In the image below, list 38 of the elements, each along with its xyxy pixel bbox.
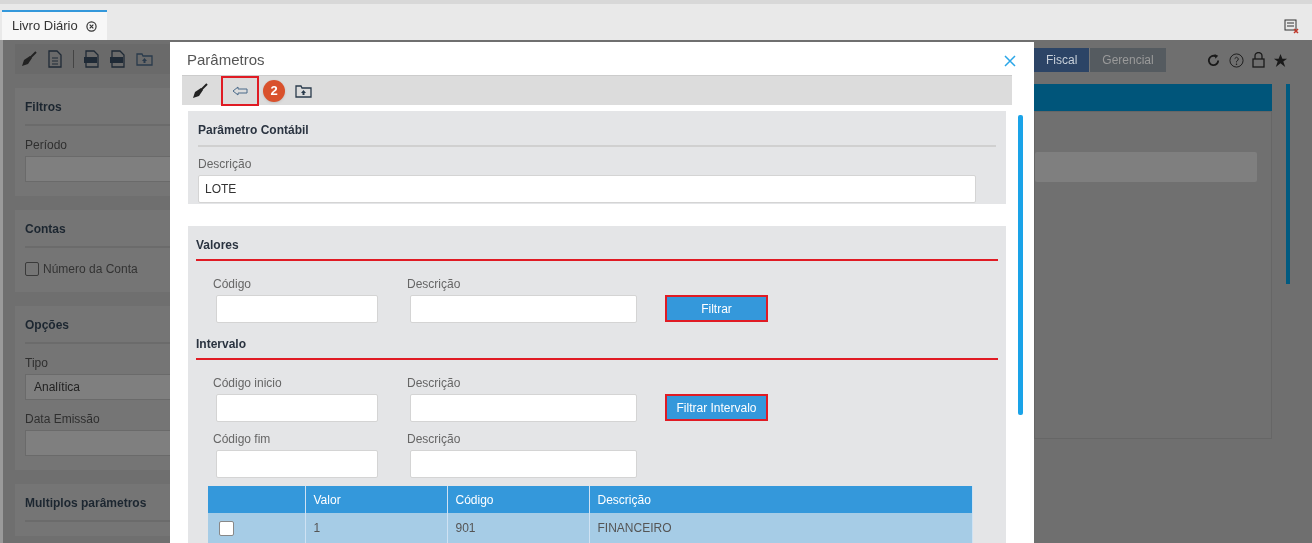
filter-button[interactable]: Filtrar Intervalo: [665, 394, 768, 421]
folder-upload-icon[interactable]: [295, 83, 312, 98]
step-badge: 2: [263, 79, 285, 102]
field-label: Código fim: [213, 431, 272, 448]
mode-tab[interactable]: Fiscal: [1034, 48, 1090, 72]
field-label: Descrição: [198, 156, 253, 173]
lock-icon[interactable]: [1252, 52, 1265, 68]
dialog-title: Parâmetros: [187, 50, 265, 71]
table-row[interactable]: 1 901 FINANCEIRO: [208, 513, 973, 543]
checkbox-label: Número da Conta: [43, 261, 138, 278]
input-field[interactable]: [1035, 152, 1257, 182]
section-title: Parâmetro Contábil: [198, 121, 996, 147]
scrollbar[interactable]: [1018, 115, 1023, 415]
field-label: Código: [213, 276, 253, 293]
app-tab[interactable]: Livro Diário: [2, 10, 107, 40]
close-icon[interactable]: [85, 20, 97, 32]
field-label: Descrição: [407, 431, 462, 448]
field-label: Descrição: [407, 276, 462, 293]
table-cell: FINANCEIRO: [589, 513, 973, 543]
checkbox[interactable]: [25, 262, 39, 276]
back-arrow-icon: [232, 85, 248, 96]
document-icon[interactable]: [47, 50, 63, 68]
field-label: Descrição: [407, 375, 462, 392]
field-label: Data Emissão: [25, 411, 101, 428]
table-cell: 1: [305, 513, 447, 543]
help-icon[interactable]: [1229, 52, 1244, 68]
refresh-icon[interactable]: [1206, 52, 1221, 68]
field-label: Tipo: [25, 355, 49, 372]
table-cell: 901: [447, 513, 589, 543]
star-icon[interactable]: [1273, 52, 1288, 68]
back-button[interactable]: [221, 75, 259, 106]
mode-tab[interactable]: Gerencial: [1089, 48, 1166, 72]
checkbox[interactable]: [219, 520, 234, 536]
input-field[interactable]: LOTE: [198, 175, 976, 203]
window-list-icon[interactable]: [1284, 18, 1300, 34]
field-label: Período: [25, 137, 69, 154]
scrollbar[interactable]: [1286, 84, 1290, 284]
filter-button[interactable]: Filtrar: [665, 295, 768, 322]
